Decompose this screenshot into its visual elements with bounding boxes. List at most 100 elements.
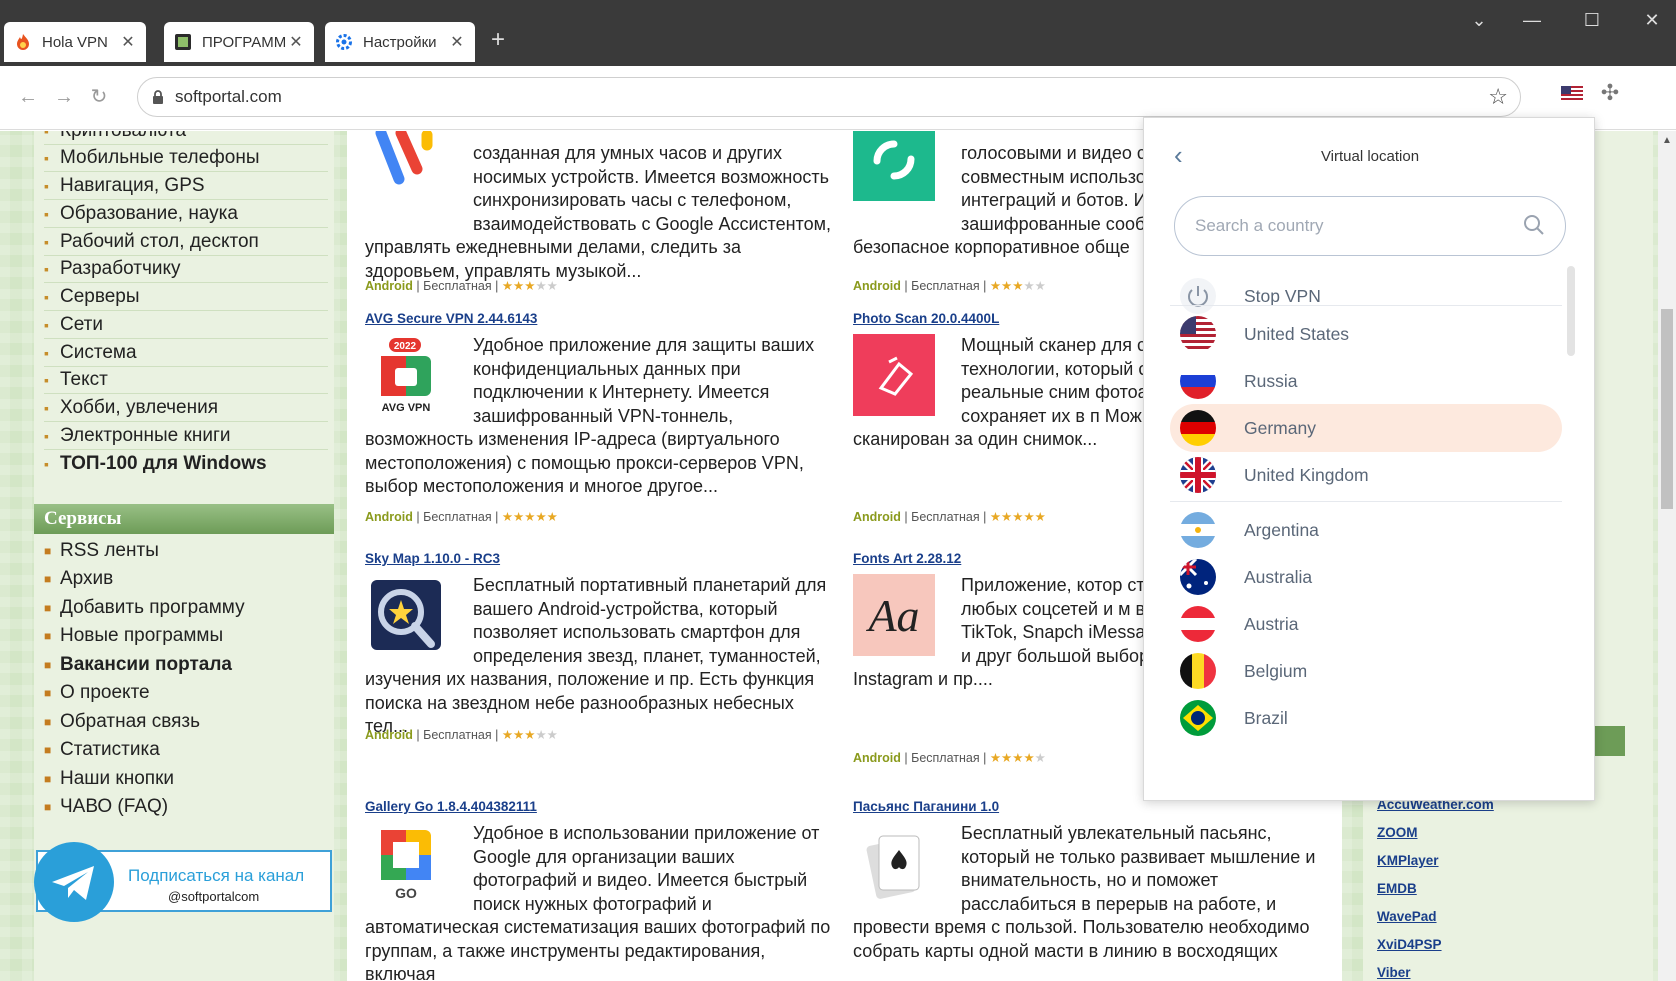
back-arrow-icon[interactable]: ← [15,84,41,110]
app-card: Пасьянс Паганини 1.0 Бесплатный увлекате… [835,799,1315,981]
category-link[interactable]: ▪ Сети [44,311,328,339]
vpn-popup: ‹ Virtual location Stop VPN United State… [1143,117,1595,801]
app-title-link[interactable]: Photo Scan 20.0.4400L [853,311,999,326]
country-search-input[interactable] [1195,213,1515,239]
popular-link[interactable]: XviD4PSP [1377,937,1442,952]
be-flag-icon [1180,653,1216,689]
us-flag-extension-icon[interactable] [1561,86,1583,102]
service-link[interactable]: ■ Вакансии портала [44,651,328,679]
app-meta: Android | Бесплатная | ★★★★★ [365,279,558,293]
app-card: AVG Secure VPN 2.44.6143 2022 AVG VPN Удо… [347,311,817,524]
country-item-brazil[interactable]: Brazil [1170,694,1562,742]
category-link[interactable]: ▪ Рабочий стол, десктоп [44,228,328,256]
category-link[interactable]: ▪ Разработчику [44,255,328,283]
search-icon[interactable] [1523,214,1545,236]
divider [1170,305,1562,306]
category-link[interactable]: ▪Криптовалюта [44,131,328,145]
country-item-united-kingdom[interactable]: United Kingdom [1170,451,1562,499]
popular-link[interactable]: EMDB [1377,881,1417,896]
category-link[interactable]: ▪ Серверы [44,283,328,311]
us-flag-icon [1180,316,1216,352]
category-link[interactable]: ▪ Навигация, GPS [44,172,328,200]
country-item-united-states[interactable]: United States [1170,310,1562,358]
rating-stars: ★★★★★ [501,728,558,742]
app-description: Бесплатный портативный планетарий для ва… [365,575,827,736]
app-card: Sky Map 1.10.0 - RC3 Бесплатный портатив… [347,551,826,751]
category-link[interactable]: ▪ Мобильные телефоны [44,144,328,172]
category-link-top100[interactable]: ▪ ТОП-100 для Windows [44,450,328,478]
reload-icon[interactable]: ↻ [86,84,112,110]
app-meta: Android | Бесплатная | ★★★★★ [853,279,1046,293]
close-window-icon[interactable]: ✕ [1637,8,1667,32]
service-link[interactable]: ■ Архив [44,565,328,593]
tab-softportal[interactable]: ПРОГРАММ ✕ [164,22,314,62]
app-meta: Android | Бесплатная | ★★★★★ [853,751,1046,765]
scroll-up-arrow-icon[interactable]: ▲ [1662,135,1672,146]
service-link[interactable]: ■ О проекте [44,679,328,707]
gb-flag-icon [1180,457,1216,493]
telegram-icon[interactable] [34,842,114,922]
category-link[interactable]: ▪ Система [44,339,328,367]
forward-arrow-icon[interactable]: → [51,84,77,110]
popular-link[interactable]: WavePad [1377,909,1437,924]
country-item-argentina[interactable]: Argentina [1170,506,1562,554]
tab-title: ПРОГРАММ [202,33,287,51]
app-description: Удобное в использовании приложение от Go… [365,823,831,981]
close-tab-icon[interactable]: ✕ [120,32,136,52]
country-item-belgium[interactable]: Belgium [1170,647,1562,695]
rating-stars: ★★★★★ [989,510,1046,524]
vpn-title: Virtual location [1320,148,1420,165]
address-bar[interactable]: softportal.com ☆ [137,77,1521,117]
br-flag-icon [1180,700,1216,736]
chevron-down-icon[interactable]: ⌄ [1464,8,1494,32]
new-tab-button[interactable]: + [486,28,510,52]
de-flag-icon [1180,410,1216,446]
maximize-icon[interactable]: ☐ [1577,8,1607,32]
tab-settings[interactable]: Настройки ✕ [325,22,475,62]
ar-flag-icon [1180,512,1216,548]
lock-icon [153,90,163,104]
app-card: Gallery Go 1.8.4.404382111 GO Удобное в … [347,799,830,981]
category-link[interactable]: ▪ Образование, наука [44,200,328,228]
scrollbar-thumb[interactable] [1661,309,1673,509]
au-flag-icon [1180,559,1216,595]
app-title-link[interactable]: Gallery Go 1.8.4.404382111 [365,799,537,814]
settings-gear-icon [335,33,353,51]
service-link[interactable]: ■ Добавить программу [44,594,328,622]
app-title-link[interactable]: Fonts Art 2.28.12 [853,551,961,566]
country-item-germany[interactable]: Germany [1170,404,1562,452]
country-item-austria[interactable]: Austria [1170,600,1562,648]
at-flag-icon [1180,606,1216,642]
minimize-icon[interactable]: — [1517,8,1547,32]
app-title-link[interactable]: AVG Secure VPN 2.44.6143 [365,311,537,326]
service-link[interactable]: ■ Статистика [44,736,328,764]
country-search-box[interactable] [1174,196,1566,256]
app-description: Удобное приложение для защиты ваших конф… [365,335,815,496]
service-link[interactable]: ■ ЧАВО (FAQ) [44,793,328,821]
popular-link[interactable]: KMPlayer [1377,853,1439,868]
service-link[interactable]: ■ Обратная связь [44,708,328,736]
service-link[interactable]: ■ RSS ленты [44,537,328,565]
service-link[interactable]: ■ Наши кнопки [44,765,328,793]
country-item-russia[interactable]: Russia [1170,357,1562,405]
extensions-puzzle-icon[interactable]: ✣ [1597,80,1623,106]
power-icon [1180,278,1216,314]
app-title-link[interactable]: Sky Map 1.10.0 - RC3 [365,551,500,566]
popular-link[interactable]: ZOOM [1377,825,1418,840]
close-tab-icon[interactable]: ✕ [449,32,465,52]
tab-hola-vpn[interactable]: Hola VPN ✕ [4,22,146,62]
category-link[interactable]: ▪ Электронные книги [44,422,328,450]
popular-link[interactable]: Viber [1377,965,1411,980]
service-link[interactable]: ■ Новые программы [44,622,328,650]
category-link[interactable]: ▪ Текст [44,366,328,394]
bookmark-star-icon[interactable]: ☆ [1488,84,1508,110]
country-item-australia[interactable]: Australia [1170,553,1562,601]
category-link[interactable]: ▪ Хобби, увлечения [44,394,328,422]
page-scrollbar[interactable]: ▲ [1658,131,1676,981]
rating-stars: ★★★★★ [501,279,558,293]
services-heading: Сервисы [34,504,334,534]
close-tab-icon[interactable]: ✕ [288,32,304,52]
rating-stars: ★★★★★ [989,751,1046,765]
popup-scrollbar[interactable] [1567,266,1575,356]
app-title-link[interactable]: Пасьянс Паганини 1.0 [853,799,999,814]
